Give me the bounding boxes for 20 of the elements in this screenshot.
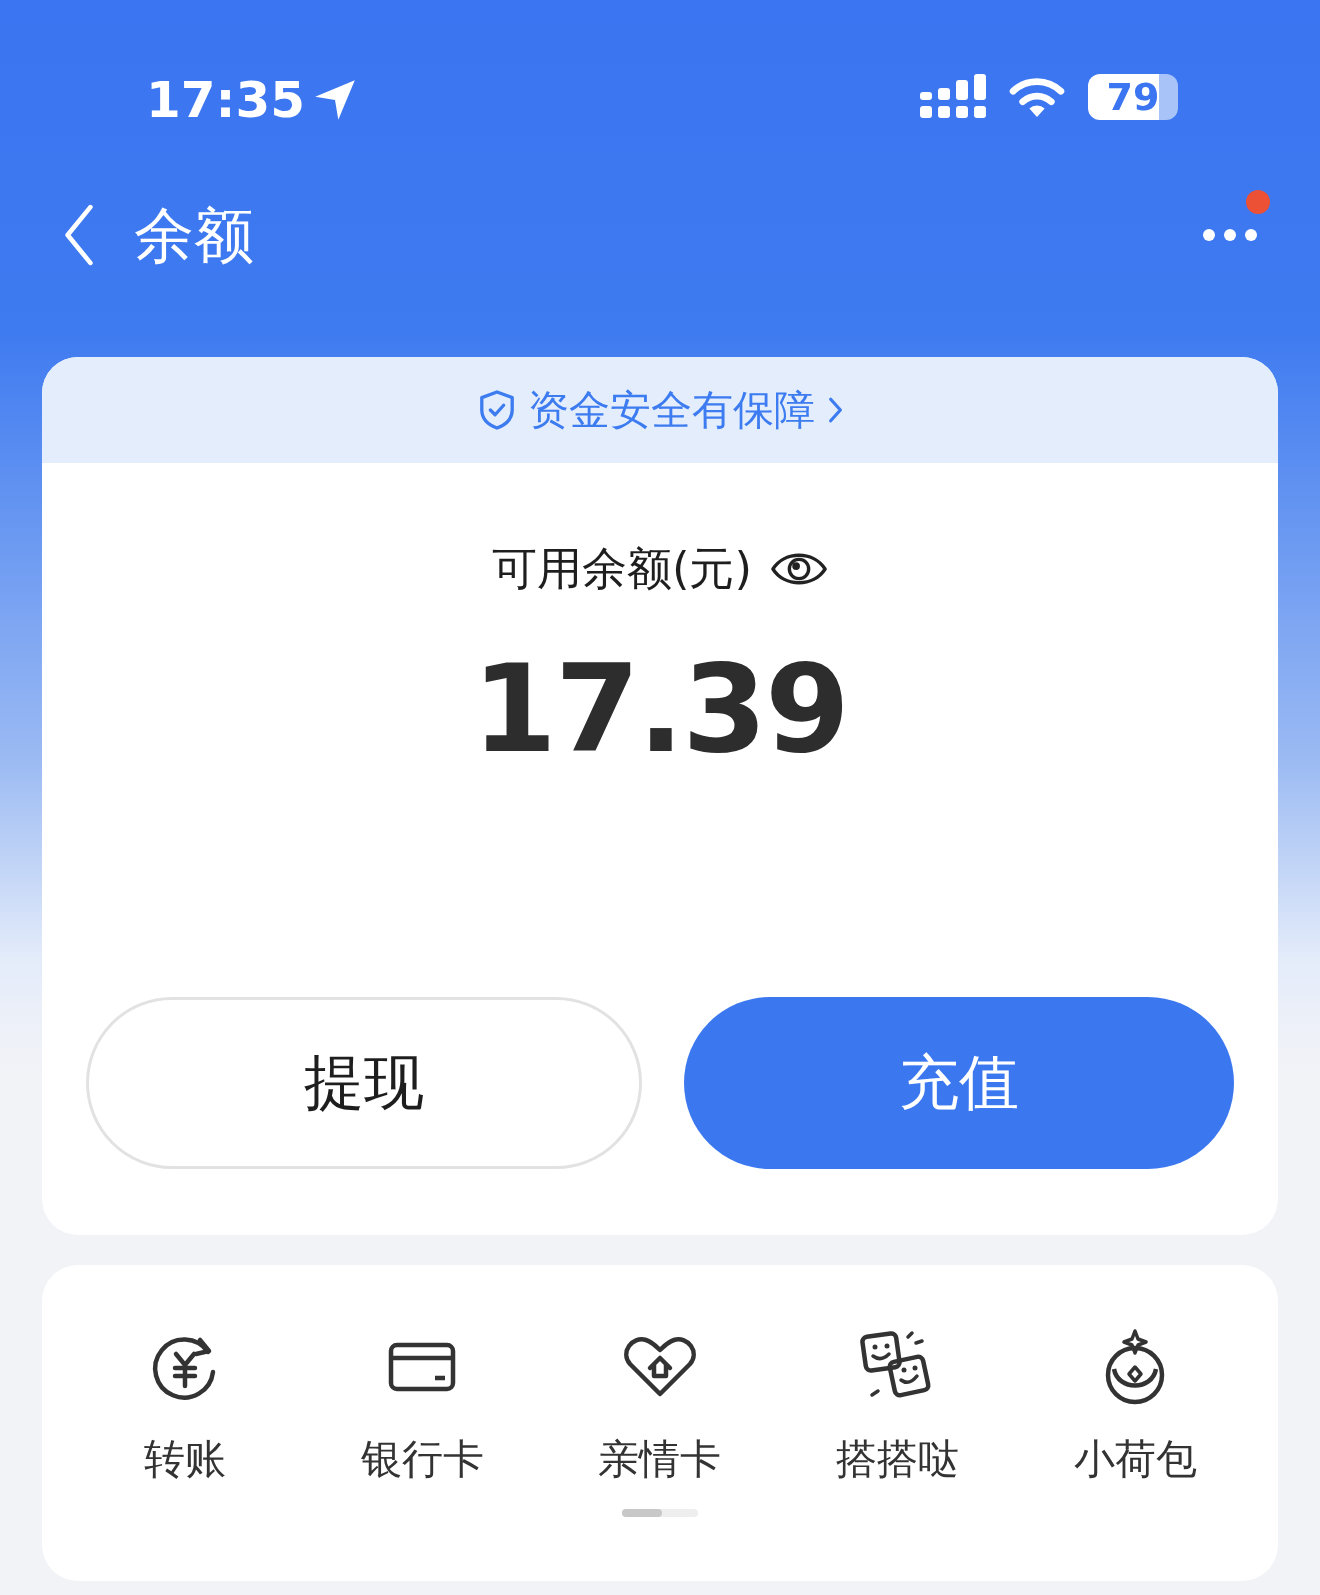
page-title: 余额 bbox=[134, 199, 254, 271]
more-icon[interactable] bbox=[1202, 228, 1258, 242]
balance-label: 可用余额(元) bbox=[491, 541, 753, 597]
back-icon[interactable] bbox=[62, 204, 96, 266]
withdraw-button[interactable]: 提现 bbox=[86, 997, 642, 1169]
security-text: 资金安全有保障 bbox=[527, 384, 815, 436]
chevron-right-icon bbox=[826, 396, 843, 424]
balance-amount: 17.39 bbox=[471, 639, 849, 779]
wifi-icon bbox=[1008, 75, 1066, 119]
shortcut-label[interactable]: 小荷包 bbox=[1073, 1435, 1197, 1483]
recharge-button[interactable]: 充值 bbox=[684, 997, 1234, 1169]
shortcut-label[interactable]: 转账 bbox=[143, 1435, 226, 1483]
battery-indicator: 79 bbox=[1088, 74, 1178, 120]
signal-icon bbox=[920, 74, 986, 120]
location-arrow-icon bbox=[313, 78, 358, 122]
shortcut-label[interactable]: 亲情卡 bbox=[598, 1435, 722, 1483]
shortcut-label[interactable]: 搭搭哒 bbox=[836, 1435, 960, 1483]
shortcut-label[interactable]: 银行卡 bbox=[360, 1435, 484, 1483]
status-time: 17:35 bbox=[146, 70, 306, 130]
shield-check-icon bbox=[477, 389, 516, 431]
